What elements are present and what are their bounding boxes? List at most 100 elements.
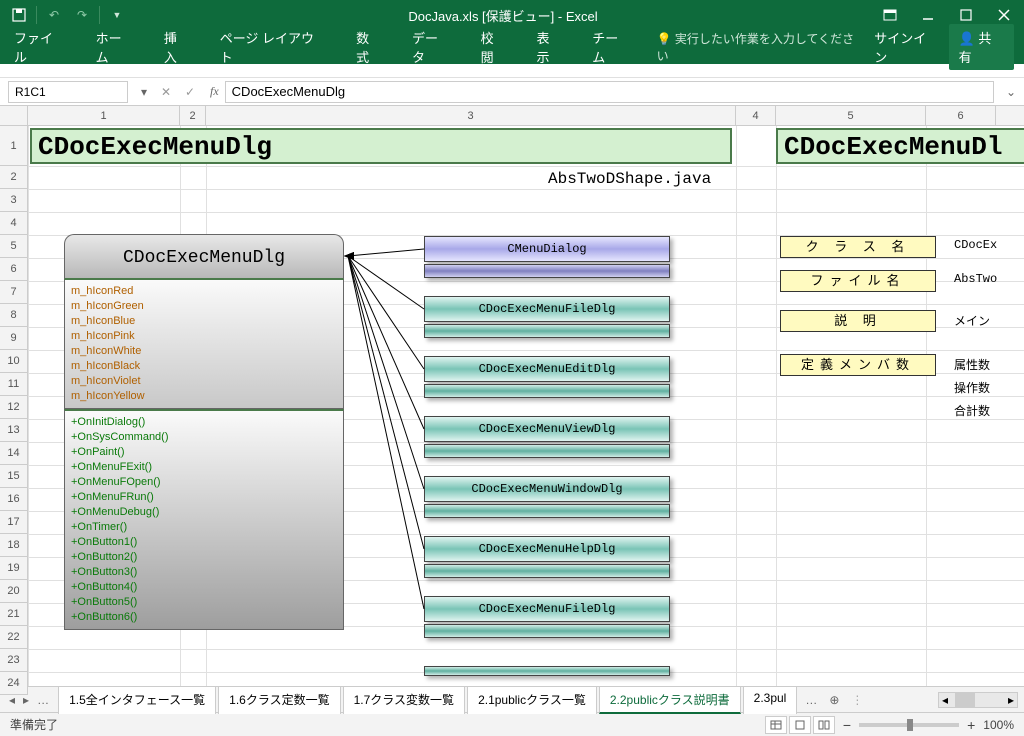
relation-box: CDocExecMenuWindowDlg — [424, 476, 670, 502]
row-header[interactable]: 9 — [0, 327, 28, 350]
uml-attr: m_hIconWhite — [71, 344, 337, 359]
tab-formulas[interactable]: 数式 — [352, 22, 386, 72]
uml-attributes: m_hIconRedm_hIconGreenm_hIconBluem_hIcon… — [64, 280, 344, 409]
arrow-icon — [344, 248, 434, 621]
status-ready: 準備完了 — [10, 716, 58, 733]
col-header[interactable]: 1 — [28, 106, 180, 125]
row-header[interactable]: 17 — [0, 511, 28, 534]
relation-box: CDocExecMenuFileDlg — [424, 296, 670, 322]
relation-bar — [424, 504, 670, 518]
status-bar: 準備完了 − + 100% — [0, 712, 1024, 736]
enter-formula-icon[interactable]: ✓ — [182, 85, 198, 99]
name-box[interactable]: R1C1 — [8, 81, 128, 103]
worksheet-area: 1 2 3 4 5 6 1234567891011121314151617181… — [0, 106, 1024, 686]
row-header[interactable]: 13 — [0, 419, 28, 442]
java-filename: AbsTwoDShape.java — [548, 170, 711, 188]
relation-bar — [424, 564, 670, 578]
uml-attr: m_hIconPink — [71, 329, 337, 344]
zoom-out-icon[interactable]: − — [843, 717, 851, 733]
info-value: 属性数 — [954, 356, 990, 373]
uml-op: +OnPaint() — [71, 445, 337, 460]
tab-insert[interactable]: 挿入 — [160, 22, 194, 72]
tab-pagelayout[interactable]: ページ レイアウト — [216, 22, 330, 72]
col-header[interactable]: 6 — [926, 106, 996, 125]
row-header[interactable]: 10 — [0, 350, 28, 373]
tab-nav-more-icon[interactable]: … — [34, 693, 52, 707]
row-header[interactable]: 1 — [0, 126, 28, 166]
sheet-tab[interactable]: 2.1publicクラス一覧 — [467, 686, 597, 714]
fx-icon[interactable]: fx — [210, 84, 219, 99]
row-header[interactable]: 5 — [0, 235, 28, 258]
new-sheet-icon[interactable]: ⊕ — [823, 689, 845, 711]
col-header[interactable]: 2 — [180, 106, 206, 125]
row-header[interactable]: 2 — [0, 166, 28, 189]
zoom-slider[interactable] — [859, 723, 959, 727]
row-header[interactable]: 22 — [0, 626, 28, 649]
row-header[interactable]: 19 — [0, 557, 28, 580]
signin-link[interactable]: サインイン — [874, 28, 938, 66]
formula-input[interactable]: CDocExecMenuDlg — [225, 81, 994, 103]
row-header[interactable]: 3 — [0, 189, 28, 212]
sheet-tab[interactable]: 1.7クラス変数一覧 — [343, 686, 465, 714]
row-header[interactable]: 16 — [0, 488, 28, 511]
info-label: ファイル名 — [780, 270, 936, 292]
row-header[interactable]: 20 — [0, 580, 28, 603]
zoom-in-icon[interactable]: + — [967, 717, 975, 733]
tab-more-icon[interactable]: … — [799, 689, 823, 711]
tab-home[interactable]: ホーム — [92, 22, 138, 72]
tab-review[interactable]: 校閲 — [477, 22, 511, 72]
row-header[interactable]: 4 — [0, 212, 28, 235]
uml-class-box: CDocExecMenuDlg m_hIconRedm_hIconGreenm_… — [64, 234, 344, 630]
row-header[interactable]: 15 — [0, 465, 28, 488]
col-header[interactable]: 5 — [776, 106, 926, 125]
relation-bar — [424, 384, 670, 398]
select-all-corner[interactable] — [0, 106, 28, 125]
horizontal-scrollbar[interactable]: ◂ ▸ — [938, 692, 1018, 708]
relation-box: CMenuDialog — [424, 236, 670, 262]
row-header[interactable]: 23 — [0, 649, 28, 672]
row-header[interactable]: 24 — [0, 672, 28, 695]
relation-box: CDocExecMenuFileDlg — [424, 596, 670, 622]
uml-op: +OnMenuFExit() — [71, 460, 337, 475]
uml-attr: m_hIconRed — [71, 284, 337, 299]
uml-attr: m_hIconYellow — [71, 389, 337, 404]
row-header[interactable]: 18 — [0, 534, 28, 557]
sheet-tab[interactable]: 2.2publicクラス説明書 — [599, 686, 741, 714]
uml-op: +OnInitDialog() — [71, 415, 337, 430]
zoom-value[interactable]: 100% — [983, 718, 1014, 732]
sheet-tab[interactable]: 2.3pul — [743, 686, 798, 714]
cancel-formula-icon[interactable]: ✕ — [158, 85, 174, 99]
uml-op: +OnButton1() — [71, 535, 337, 550]
grid-content[interactable]: CDocExecMenuDlg CDocExecMenuDl AbsTwoDSh… — [28, 126, 1024, 686]
col-header[interactable]: 3 — [206, 106, 736, 125]
redo-icon[interactable]: ↷ — [71, 4, 93, 26]
formula-bar: R1C1 ▾ ✕ ✓ fx CDocExecMenuDlg ⌄ — [0, 78, 1024, 106]
uml-op: +OnButton3() — [71, 565, 337, 580]
row-header[interactable]: 11 — [0, 373, 28, 396]
view-pagebreak-icon[interactable] — [813, 716, 835, 734]
uml-attr: m_hIconBlack — [71, 359, 337, 374]
name-box-dropdown-icon[interactable]: ▾ — [136, 85, 152, 99]
share-button[interactable]: 👤 共有 — [949, 24, 1014, 70]
row-header[interactable]: 6 — [0, 258, 28, 281]
tab-team[interactable]: チーム — [588, 22, 634, 72]
uml-op: +OnButton2() — [71, 550, 337, 565]
uml-attr: m_hIconViolet — [71, 374, 337, 389]
tab-data[interactable]: データ — [408, 22, 455, 72]
expand-formula-bar-icon[interactable]: ⌄ — [1002, 85, 1020, 99]
row-header[interactable]: 7 — [0, 281, 28, 304]
view-pagelayout-icon[interactable] — [789, 716, 811, 734]
col-header[interactable]: 4 — [736, 106, 776, 125]
sheet-tab[interactable]: 1.6クラス定数一覧 — [218, 686, 340, 714]
tab-view[interactable]: 表示 — [532, 22, 566, 72]
row-header[interactable]: 8 — [0, 304, 28, 327]
row-header[interactable]: 21 — [0, 603, 28, 626]
sheet-tab[interactable]: 1.5全インタフェース一覧 — [58, 686, 216, 714]
row-header[interactable]: 12 — [0, 396, 28, 419]
sheet-tabs-bar: ◂ ▸ … 1.5全インタフェース一覧1.6クラス定数一覧1.7クラス変数一覧2… — [0, 686, 1024, 712]
row-header[interactable]: 14 — [0, 442, 28, 465]
view-normal-icon[interactable] — [765, 716, 787, 734]
row-headers: 123456789101112131415161718192021222324 — [0, 126, 28, 695]
tab-file[interactable]: ファイル — [10, 22, 70, 72]
tell-me[interactable]: 💡 実行したい作業を入力してください — [657, 30, 865, 64]
